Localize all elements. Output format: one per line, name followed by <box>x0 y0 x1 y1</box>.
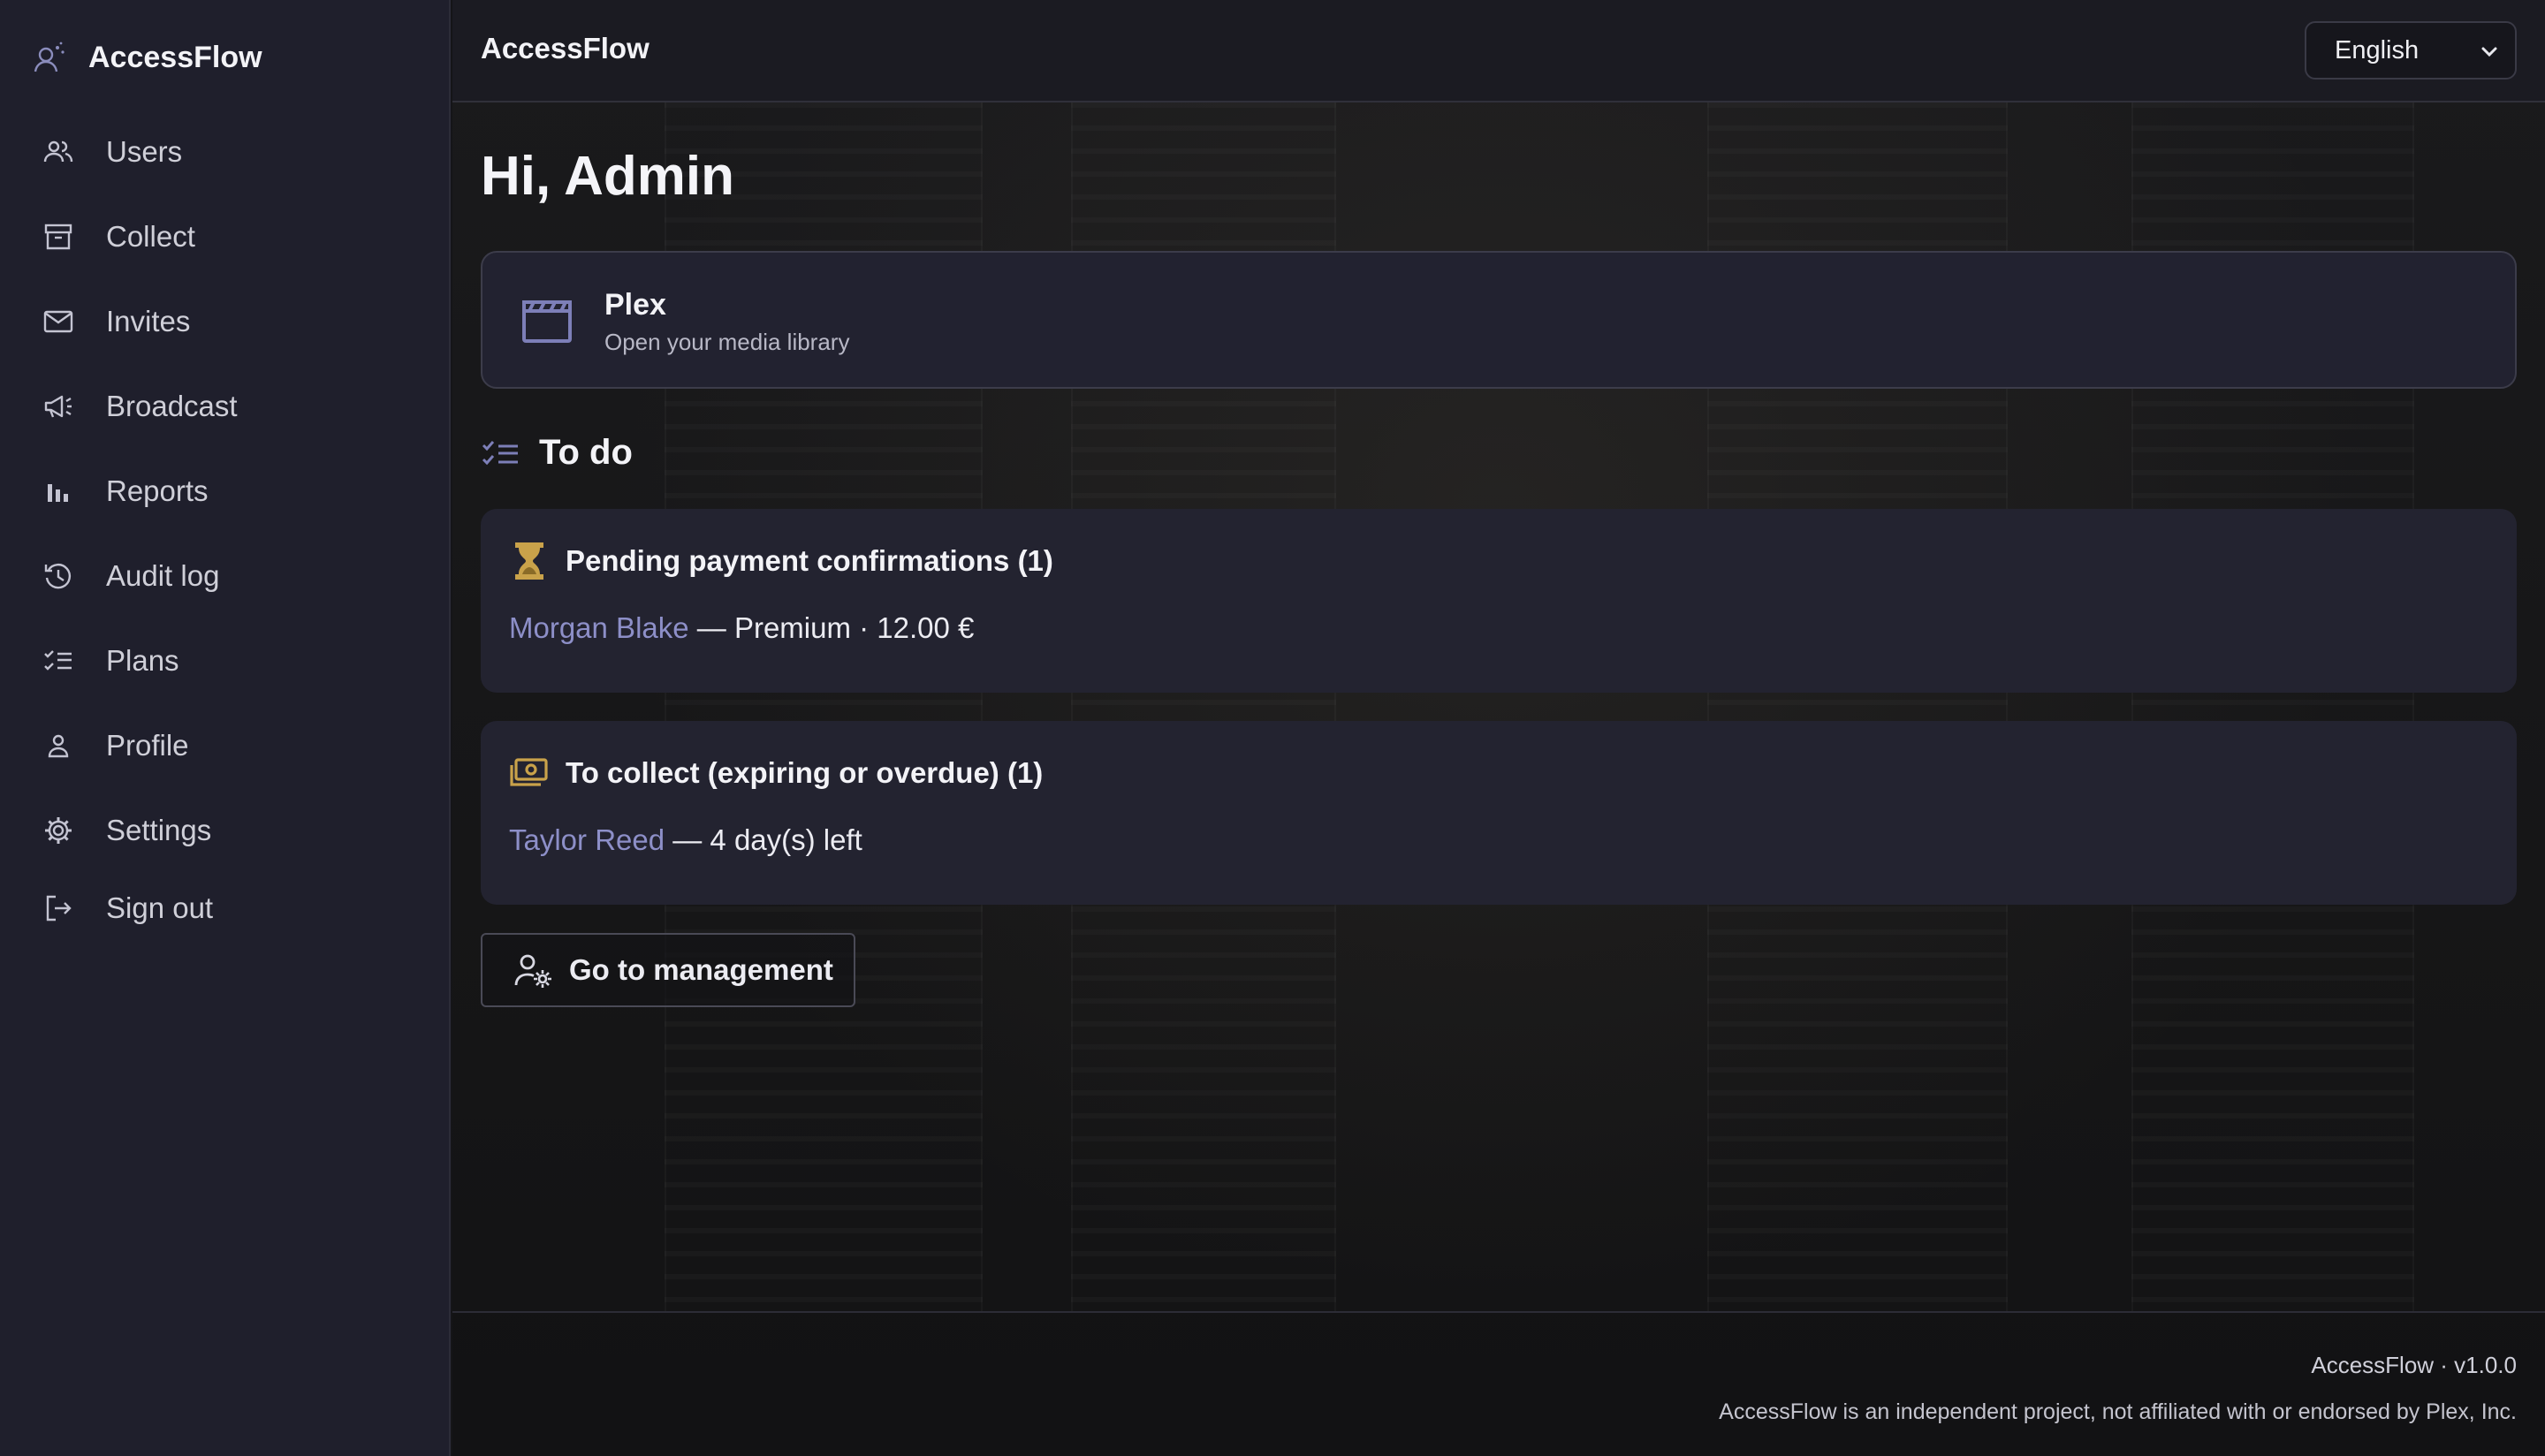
pending-payment-entry: Morgan Blake — Premium · 12.00 € <box>509 611 974 645</box>
brand-name: AccessFlow <box>88 40 262 74</box>
sidebar-item-broadcast[interactable]: Broadcast <box>42 380 414 433</box>
history-icon <box>44 564 71 589</box>
megaphone-icon <box>44 395 72 418</box>
checklist-icon <box>44 650 72 671</box>
pending-payments-title: Pending payment confirmations (1) <box>566 544 1053 577</box>
language-select-value: English <box>2335 35 2420 64</box>
pending-payments-header: Pending payment confirmations (1) <box>509 541 1053 581</box>
gear-icon <box>45 817 72 844</box>
sidebar-item-plans[interactable]: Plans <box>42 634 414 687</box>
mail-icon <box>43 310 73 333</box>
hourglass-icon <box>515 542 543 580</box>
plex-card-title: Plex <box>604 288 666 322</box>
top-bar-title: AccessFlow <box>481 32 650 64</box>
sidebar-item-users[interactable]: Users <box>42 125 414 178</box>
user-link[interactable]: Morgan Blake <box>509 611 689 644</box>
sidebar-item-label: Profile <box>106 729 189 762</box>
user-settings-icon <box>514 954 551 988</box>
sidebar-item-label: Settings <box>106 814 212 846</box>
sidebar-item-reports[interactable]: Reports <box>42 465 414 518</box>
sidebar-item-sign-out[interactable]: Sign out <box>42 882 414 935</box>
sidebar-item-label: Users <box>106 135 183 168</box>
todo-title: To do <box>539 433 633 472</box>
clapperboard-icon <box>522 300 572 343</box>
to-collect-entry: Taylor Reed — 4 day(s) left <box>509 823 862 857</box>
sidebar-item-settings[interactable]: Settings <box>42 804 414 857</box>
bar-chart-icon <box>48 484 68 502</box>
sidebar: AccessFlow Users Collect Invites Broadca… <box>0 0 451 1456</box>
app-root: AccessFlow Users Collect Invites Broadca… <box>0 0 2545 1456</box>
chevron-down-icon <box>2481 47 2497 57</box>
page-title: Hi, Admin <box>481 146 735 207</box>
pending-payments-card: Pending payment confirmations (1) Morgan… <box>481 509 2517 693</box>
plex-link-card[interactable]: Plex Open your media library <box>481 251 2517 389</box>
footer-version: AccessFlow · v1.0.0 <box>2311 1352 2517 1378</box>
sidebar-item-label: Plans <box>106 644 179 677</box>
to-collect-detail: — 4 day(s) left <box>665 823 862 856</box>
go-to-management-label: Go to management <box>569 953 833 986</box>
brand[interactable]: AccessFlow <box>32 35 262 80</box>
to-collect-header: To collect (expiring or overdue) (1) <box>509 753 1043 793</box>
sidebar-item-label: Audit log <box>106 559 220 592</box>
sidebar-item-label: Broadcast <box>106 390 238 422</box>
main-content: AccessFlow English Hi, Admin Plex Open y… <box>452 0 2545 1456</box>
checklist-icon <box>482 440 518 465</box>
to-collect-title: To collect (expiring or overdue) (1) <box>566 756 1044 789</box>
sidebar-item-label: Sign out <box>106 891 214 924</box>
user-icon <box>48 734 69 758</box>
sidebar-item-audit-log[interactable]: Audit log <box>42 550 414 603</box>
sidebar-item-label: Invites <box>106 305 191 337</box>
to-collect-card: To collect (expiring or overdue) (1) Tay… <box>481 721 2517 905</box>
sidebar-item-profile[interactable]: Profile <box>42 719 414 772</box>
sidebar-item-invites[interactable]: Invites <box>42 295 414 348</box>
top-bar: AccessFlow English <box>452 0 2545 102</box>
language-select[interactable]: English <box>2305 21 2517 80</box>
sidebar-item-collect[interactable]: Collect <box>42 210 414 263</box>
todo-section-title: To do <box>481 433 633 473</box>
logout-icon <box>46 895 72 921</box>
sidebar-item-label: Reports <box>106 474 209 507</box>
footer-disclaimer: AccessFlow is an independent project, no… <box>1719 1399 2517 1424</box>
sidebar-item-label: Collect <box>106 220 195 253</box>
footer: AccessFlow · v1.0.0 AccessFlow is an ind… <box>452 1311 2545 1456</box>
money-icon <box>510 758 548 786</box>
user-link[interactable]: Taylor Reed <box>509 823 665 856</box>
pending-payment-detail: — Premium · 12.00 € <box>688 611 975 644</box>
users-icon <box>43 140 73 163</box>
archive-icon <box>44 224 72 250</box>
go-to-management-button[interactable]: Go to management <box>481 933 855 1007</box>
plex-card-description: Open your media library <box>604 329 850 355</box>
logo-icon <box>34 42 65 72</box>
